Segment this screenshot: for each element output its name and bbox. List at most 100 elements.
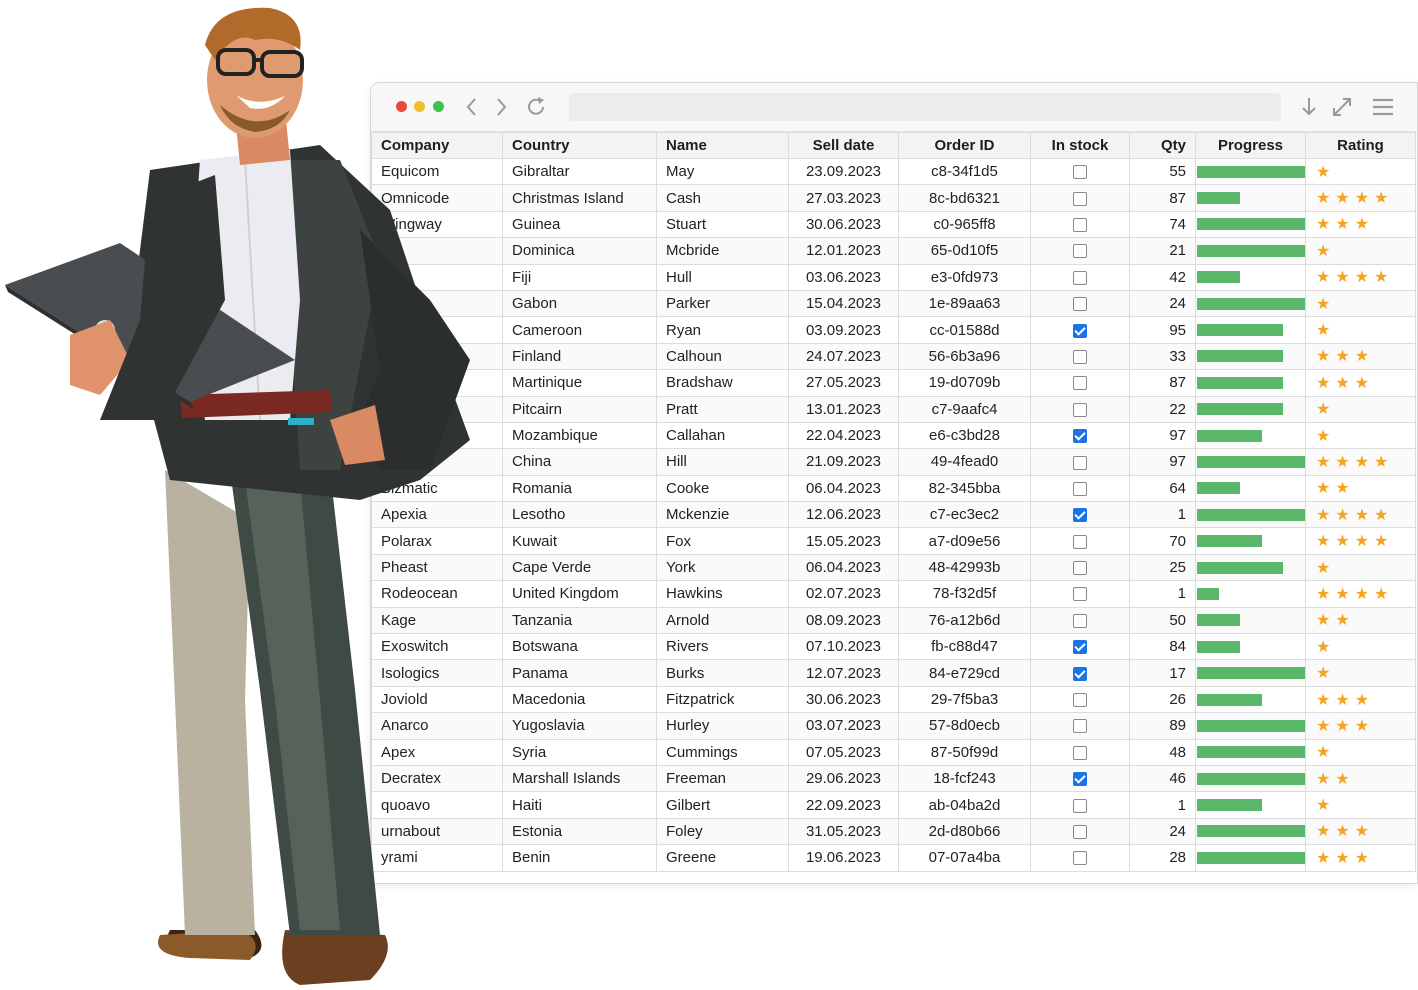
reload-icon[interactable]: [523, 94, 549, 120]
in-stock-checkbox[interactable]: [1073, 798, 1087, 813]
download-icon[interactable]: [1296, 94, 1322, 120]
fullscreen-icon[interactable]: [1329, 94, 1355, 120]
rating-cell: ★★★: [1305, 844, 1416, 872]
table-row[interactable]: Kee Cameroon Ryan 03.09.2023 cc-01588d 95 ★: [371, 316, 1416, 344]
country-cell: China: [502, 448, 657, 476]
table-row[interactable]: urnabout Estonia Foley 31.05.2023 2d-d80b66 2…: [371, 817, 1416, 846]
in-stock-checkbox[interactable]: [1073, 191, 1087, 206]
in-stock-checkbox[interactable]: [1073, 851, 1087, 866]
company-cell: Kage: [371, 606, 503, 635]
table-row[interactable]: Joviold Macedonia Fitzpatrick 30.06.2023 29-…: [371, 685, 1416, 714]
in-stock-checkbox[interactable]: [1073, 640, 1087, 655]
table-row[interactable]: Finland Calhoun 24.07.2023 56-6b3a96 33 ★★★: [371, 342, 1416, 371]
in-stock-checkbox[interactable]: [1073, 481, 1087, 496]
qty-cell: 1: [1129, 501, 1196, 529]
table-row[interactable]: Wingway Guinea Stuart 30.06.2023 c0-965ff8 74…: [371, 210, 1416, 239]
star-icon: ★: [1354, 717, 1375, 735]
table-row[interactable]: Rodeocean United Kingdom Hawkins 02.07.2023…: [371, 580, 1416, 608]
table-row[interactable]: ation Pitcairn Pratt 13.01.2023 c7-9aafc4 22 ★: [371, 395, 1416, 423]
in-stock-checkbox[interactable]: [1073, 587, 1087, 602]
table-row[interactable]: Decratex Marshall Islands Freeman 29.06.202…: [371, 764, 1416, 793]
in-stock-checkbox[interactable]: [1073, 824, 1087, 839]
minimize-window-button[interactable]: [414, 101, 425, 112]
column-header-name[interactable]: Name: [656, 132, 789, 159]
progress-bar: [1197, 851, 1305, 864]
address-bar[interactable]: [569, 93, 1281, 121]
in-stock-checkbox[interactable]: [1073, 613, 1087, 628]
in-stock-cell: [1030, 580, 1130, 608]
in-stock-checkbox[interactable]: [1073, 534, 1087, 549]
table-row[interactable]: Omnicode Christmas Island Cash 27.03.2023 8c…: [371, 184, 1416, 212]
in-stock-checkbox[interactable]: [1073, 666, 1087, 681]
in-stock-checkbox[interactable]: [1073, 693, 1087, 708]
table-row[interactable]: Exoswitch Botswana Rivers 07.10.2023 fb-c88d…: [371, 633, 1416, 661]
star-icon: ★: [1316, 295, 1336, 313]
table-row[interactable]: Fiji Hull 03.06.2023 e3-0fd973 42 ★★★★: [371, 263, 1416, 291]
star-icon: ★: [1316, 585, 1336, 603]
table-row[interactable]: Equicom Gibraltar May 23.09.2023 c8-34f1d5 55…: [371, 157, 1416, 186]
table-row[interactable]: Apexia Lesotho Mckenzie 12.06.2023 c7-ec3ec2…: [371, 501, 1416, 529]
in-stock-checkbox[interactable]: [1073, 745, 1087, 760]
table-row[interactable]: Apex Syria Cummings 07.05.2023 87-50f99d 48 ★: [371, 738, 1416, 766]
in-stock-checkbox[interactable]: [1073, 270, 1087, 285]
table-row[interactable]: yrami Benin Greene 19.06.2023 07-07a4ba 28 ★★★: [371, 844, 1416, 872]
in-stock-checkbox[interactable]: [1073, 508, 1087, 523]
order-id-cell: 8c-bd6321: [898, 184, 1031, 212]
table-row[interactable]: Anarco Yugoslavia Hurley 03.07.2023 57-8d0ec…: [371, 712, 1416, 740]
menu-icon[interactable]: [1370, 94, 1396, 120]
progress-bar: [1197, 535, 1262, 548]
table-row[interactable]: Isologics Panama Burks 12.07.2023 84-e729cd 1…: [371, 659, 1416, 687]
star-icon: ★: [1316, 744, 1336, 762]
table-row[interactable]: Letp Gabon Parker 15.04.2023 1e-89aa63 24 ★: [371, 289, 1416, 318]
in-stock-checkbox[interactable]: [1073, 719, 1087, 734]
table-row[interactable]: Bizmatic Romania Cooke 06.04.2023 82-345bba 6…: [371, 474, 1416, 503]
in-stock-checkbox[interactable]: [1073, 376, 1087, 391]
table-row[interactable]: quoavo Haiti Gilbert 22.09.2023 ab-04ba2d 1 ★: [371, 791, 1416, 819]
in-stock-checkbox[interactable]: [1073, 297, 1087, 312]
name-cell: Arnold: [656, 606, 789, 635]
star-icon: ★: [1374, 269, 1394, 287]
column-header-in-stock[interactable]: In stock: [1030, 132, 1130, 159]
in-stock-checkbox[interactable]: [1073, 402, 1087, 417]
table-row[interactable]: Pheast Cape Verde York 06.04.2023 48-42993b 2…: [371, 553, 1416, 582]
column-header-sell-date[interactable]: Sell date: [788, 132, 899, 159]
in-stock-checkbox[interactable]: [1073, 349, 1087, 364]
sell-date-cell: 03.06.2023: [788, 263, 899, 291]
column-header-company[interactable]: Company: [371, 132, 503, 159]
in-stock-checkbox[interactable]: [1073, 165, 1087, 180]
in-stock-cell: [1030, 184, 1130, 212]
column-header-progress[interactable]: Progress: [1195, 132, 1306, 159]
in-stock-checkbox[interactable]: [1073, 455, 1087, 470]
table-row[interactable]: Polarax Kuwait Fox 15.05.2023 a7-d09e56 70 ★★★…: [371, 527, 1416, 555]
column-header-rating[interactable]: Rating: [1305, 132, 1416, 159]
table-row[interactable]: Dominica Mcbride 12.01.2023 65-0d10f5 21 ★: [371, 237, 1416, 265]
star-icon: ★: [1335, 770, 1355, 788]
in-stock-checkbox[interactable]: [1073, 323, 1087, 338]
in-stock-checkbox[interactable]: [1073, 244, 1087, 259]
table-row[interactable]: ic China Hill 21.09.2023 49-4fead0 97 ★★★★: [371, 448, 1416, 476]
column-header-order-id[interactable]: Order ID: [898, 132, 1031, 159]
company-cell: Decratex: [371, 764, 503, 793]
in-stock-checkbox[interactable]: [1073, 218, 1087, 232]
country-cell: Yugoslavia: [502, 712, 657, 740]
table-row[interactable]: Martinique Bradshaw 27.05.2023 19-d0709b 87 ★…: [371, 369, 1416, 397]
qty-cell: 22: [1129, 395, 1196, 423]
back-icon[interactable]: [459, 94, 485, 120]
in-stock-checkbox[interactable]: [1073, 772, 1087, 787]
column-header-country[interactable]: Country: [502, 132, 657, 159]
qty-cell: 1: [1129, 580, 1196, 608]
in-stock-checkbox[interactable]: [1073, 561, 1087, 576]
qty-cell: 17: [1129, 659, 1196, 687]
in-stock-checkbox[interactable]: [1073, 429, 1087, 444]
rating-cell: ★★★★: [1305, 580, 1416, 608]
table-row[interactable]: Kage Tanzania Arnold 08.09.2023 76-a12b6d 50 ★…: [371, 606, 1416, 635]
in-stock-cell: [1030, 501, 1130, 529]
rating-cell: ★★★: [1305, 712, 1416, 740]
close-window-button[interactable]: [396, 101, 407, 112]
maximize-window-button[interactable]: [433, 101, 444, 112]
column-header-qty[interactable]: Qty: [1129, 132, 1196, 159]
forward-icon[interactable]: [488, 94, 514, 120]
progress-bar: [1197, 482, 1240, 495]
table-row[interactable]: etwire Mozambique Callahan 22.04.2023 e6-c3b…: [371, 421, 1416, 450]
rating-cell: ★★★: [1305, 210, 1416, 239]
